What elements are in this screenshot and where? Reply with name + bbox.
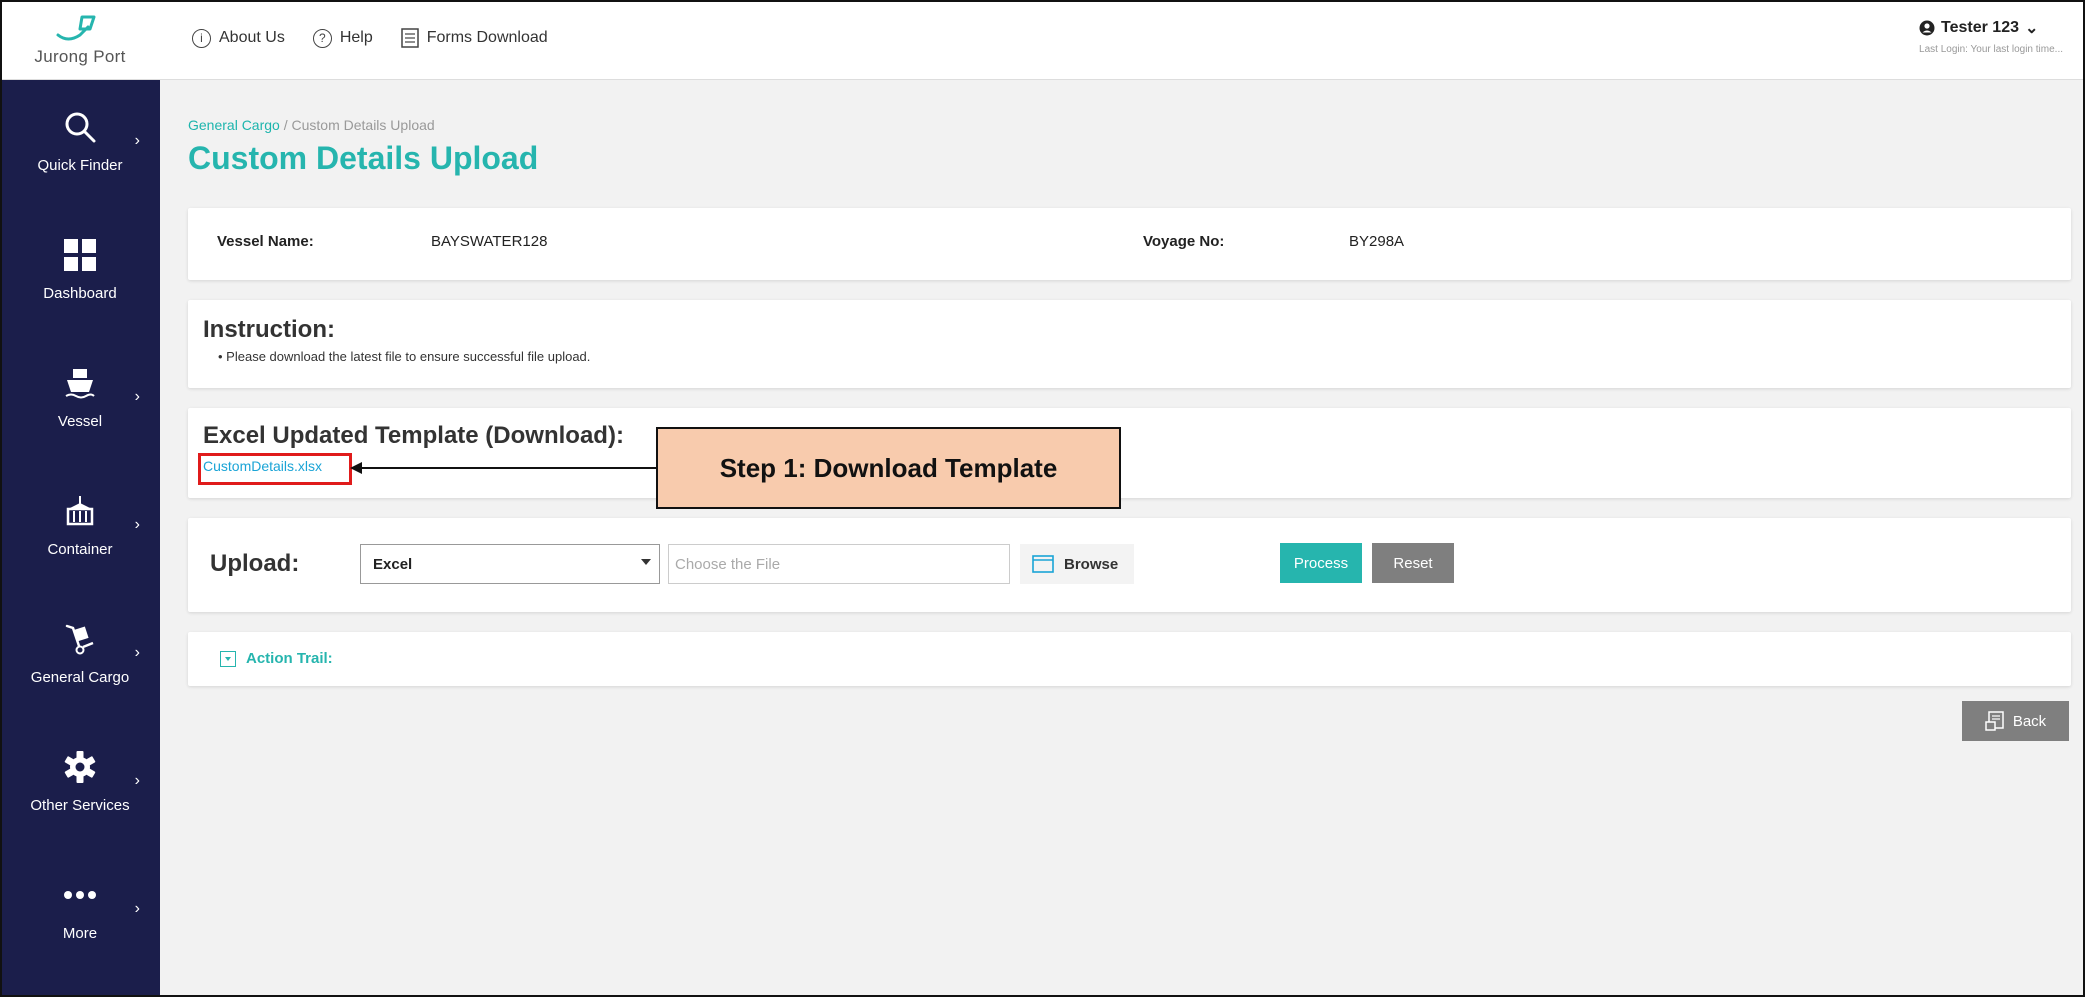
- user-name-row: Tester 123 ⌄: [1919, 18, 2063, 38]
- last-login-text: Last Login: Your last login time...: [1919, 44, 2063, 55]
- page-title: Custom Details Upload: [188, 140, 539, 176]
- template-download-card: Excel Updated Template (Download): Custo…: [188, 408, 2071, 509]
- about-us-link[interactable]: i About Us: [192, 28, 285, 48]
- arrow-line: [356, 467, 658, 469]
- window-icon: [1032, 555, 1054, 573]
- caret-down-icon: [225, 657, 231, 661]
- main-content: General Cargo / Custom Details Upload Cu…: [160, 80, 2085, 997]
- gear-icon: [60, 747, 100, 787]
- chevron-right-icon: ›: [134, 132, 140, 149]
- more-dots-icon: [60, 875, 100, 915]
- file-type-value: Excel: [373, 555, 413, 573]
- sidebar-label: Vessel: [57, 412, 103, 430]
- expand-toggle-icon[interactable]: [220, 651, 236, 667]
- user-name: Tester 123: [1941, 19, 2019, 36]
- top-header: Jurong Port i About Us ? Help Forms Down…: [0, 0, 2085, 80]
- sidebar-label: More: [62, 924, 98, 942]
- sidebar-item-general-cargo[interactable]: General Cargo ›: [0, 592, 160, 712]
- user-menu[interactable]: Tester 123 ⌄ Last Login: Your last login…: [1919, 18, 2063, 55]
- instruction-card: Instruction: • Please download the lates…: [188, 300, 2071, 388]
- process-button[interactable]: Process: [1280, 543, 1362, 583]
- chevron-down-icon: ⌄: [2025, 20, 2039, 37]
- sidebar-label: Container: [47, 540, 113, 558]
- chevron-right-icon: ›: [134, 900, 140, 917]
- chevron-right-icon: ›: [134, 516, 140, 533]
- back-button[interactable]: Back: [1962, 701, 2069, 741]
- chevron-right-icon: ›: [134, 644, 140, 661]
- help-label: Help: [339, 29, 373, 46]
- instruction-item: • Please download the latest file to ens…: [218, 349, 591, 364]
- voyage-no-value: BY298A: [1349, 233, 1405, 250]
- about-us-label: About Us: [219, 29, 285, 46]
- instruction-heading: Instruction:: [203, 316, 335, 343]
- vessel-name-value: BAYSWATER128: [431, 233, 548, 250]
- file-path-input[interactable]: [668, 544, 1010, 584]
- action-trail-label[interactable]: Action Trail:: [246, 650, 333, 667]
- sidebar-item-dashboard[interactable]: Dashboard: [0, 208, 160, 328]
- breadcrumb-current: Custom Details Upload: [291, 117, 435, 133]
- vessel-name-label: Vessel Name:: [217, 233, 314, 250]
- back-label: Back: [2012, 712, 2047, 730]
- document-icon: [400, 28, 419, 48]
- question-circle-icon: ?: [312, 28, 332, 48]
- instruction-item-text: Please download the latest file to ensur…: [226, 349, 591, 364]
- voyage-no-label: Voyage No:: [1143, 233, 1225, 250]
- sidebar: Quick Finder › Dashboard Vessel › Contai…: [0, 80, 160, 997]
- user-circle-icon: [1919, 20, 1935, 36]
- breadcrumb-separator: /: [279, 117, 292, 133]
- sidebar-item-vessel[interactable]: Vessel ›: [0, 336, 160, 456]
- sidebar-label: Dashboard: [43, 284, 117, 302]
- sidebar-item-other-services[interactable]: Other Services ›: [0, 720, 160, 840]
- hand-truck-icon: [60, 619, 100, 659]
- container-crane-icon: [60, 491, 100, 531]
- jurong-port-logo[interactable]: Jurong Port: [0, 0, 160, 80]
- help-link[interactable]: ? Help: [312, 28, 373, 48]
- logo-mark-icon: [56, 15, 96, 41]
- action-trail-card: Action Trail:: [188, 632, 2071, 686]
- template-download-link[interactable]: CustomDetails.xlsx: [203, 458, 322, 474]
- info-circle-icon: i: [192, 28, 211, 48]
- sidebar-label: General Cargo: [30, 668, 130, 686]
- sidebar-label: Quick Finder: [37, 156, 123, 174]
- forms-download-link[interactable]: Forms Download: [400, 28, 548, 48]
- sidebar-item-more[interactable]: More ›: [0, 848, 160, 968]
- file-type-select[interactable]: Excel: [360, 544, 660, 584]
- upload-card: Upload: Excel Browse Process Reset: [188, 518, 2071, 612]
- browse-button[interactable]: Browse: [1020, 544, 1134, 584]
- breadcrumb-general-cargo[interactable]: General Cargo: [188, 117, 280, 133]
- browse-label: Browse: [1064, 555, 1119, 573]
- chevron-right-icon: ›: [134, 388, 140, 405]
- ship-icon: [60, 363, 100, 403]
- template-heading: Excel Updated Template (Download):: [203, 422, 624, 449]
- step-callout: Step 1: Download Template: [656, 427, 1121, 509]
- vessel-info-card: Vessel Name: BAYSWATER128 Voyage No: BY2…: [188, 208, 2071, 280]
- grid-icon: [60, 235, 100, 275]
- caret-down-icon: [641, 559, 651, 565]
- sidebar-item-container[interactable]: Container ›: [0, 464, 160, 584]
- breadcrumb: General Cargo / Custom Details Upload: [188, 117, 435, 133]
- sidebar-label: Other Services: [30, 796, 130, 814]
- search-icon: [60, 107, 100, 147]
- reset-button[interactable]: Reset: [1372, 543, 1454, 583]
- forms-download-label: Forms Download: [426, 29, 548, 46]
- top-links: i About Us ? Help Forms Download: [192, 28, 548, 48]
- chevron-right-icon: ›: [134, 772, 140, 789]
- logo-text: Jurong Port: [34, 47, 126, 66]
- upload-label: Upload:: [210, 550, 300, 577]
- form-back-icon: [1985, 711, 2004, 731]
- sidebar-item-quick-finder[interactable]: Quick Finder ›: [0, 80, 160, 200]
